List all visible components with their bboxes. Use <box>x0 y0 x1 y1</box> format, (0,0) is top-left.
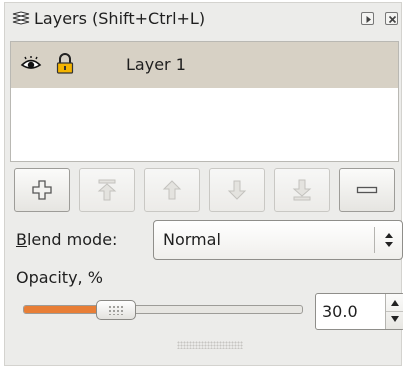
resize-grip-icon[interactable] <box>177 341 243 349</box>
panel-titlebar: Layers (Shift+Ctrl+L) <box>5 3 401 36</box>
remove-layer-button[interactable] <box>339 168 395 212</box>
opacity-slider-handle[interactable] <box>96 300 136 320</box>
raise-to-top-button[interactable] <box>79 168 135 212</box>
lock-icon[interactable] <box>55 53 75 79</box>
blend-mode-label: Blend mode: <box>16 230 118 249</box>
blend-mode-select[interactable]: Normal <box>153 220 403 260</box>
remove-layer-icon <box>356 186 378 194</box>
add-layer-icon <box>32 180 52 200</box>
opacity-label: Opacity, % <box>16 268 103 287</box>
layers-panel: Layers (Shift+Ctrl+L) Layer 1 Blend mode… <box>4 2 403 366</box>
lower-layer-button[interactable] <box>209 168 265 212</box>
dock-toggle-icon <box>366 16 371 23</box>
close-button[interactable] <box>385 12 398 25</box>
lower-to-bottom-icon <box>292 179 312 201</box>
lower-to-bottom-button[interactable] <box>274 168 330 212</box>
add-layer-button[interactable] <box>14 168 70 212</box>
caret-up-icon <box>391 300 399 306</box>
caret-down-icon <box>391 316 399 322</box>
grip-icon <box>108 305 124 315</box>
opacity-spinbox[interactable]: 30.0 <box>315 293 403 330</box>
blend-mode-value: Normal <box>163 230 221 249</box>
layer-row[interactable]: Layer 1 <box>11 42 398 88</box>
layer-name[interactable]: Layer 1 <box>126 55 186 75</box>
combo-separator <box>374 227 375 253</box>
opacity-slider-track[interactable] <box>23 305 303 314</box>
raise-to-top-icon <box>97 179 117 201</box>
updown-arrows-icon <box>384 231 394 253</box>
spin-down-button[interactable] <box>386 311 403 328</box>
close-icon <box>388 15 397 24</box>
panel-title: Layers (Shift+Ctrl+L) <box>34 9 206 28</box>
opacity-slider-fill <box>24 306 107 313</box>
spin-up-button[interactable] <box>386 294 403 312</box>
opacity-value[interactable]: 30.0 <box>322 302 358 322</box>
raise-layer-button[interactable] <box>144 168 200 212</box>
dock-toggle-button[interactable] <box>361 12 374 25</box>
layer-list[interactable]: Layer 1 <box>10 41 399 162</box>
layers-icon <box>11 11 31 27</box>
lower-layer-icon <box>227 180 247 200</box>
raise-layer-icon <box>162 180 182 200</box>
visibility-eye-icon[interactable] <box>20 56 42 76</box>
